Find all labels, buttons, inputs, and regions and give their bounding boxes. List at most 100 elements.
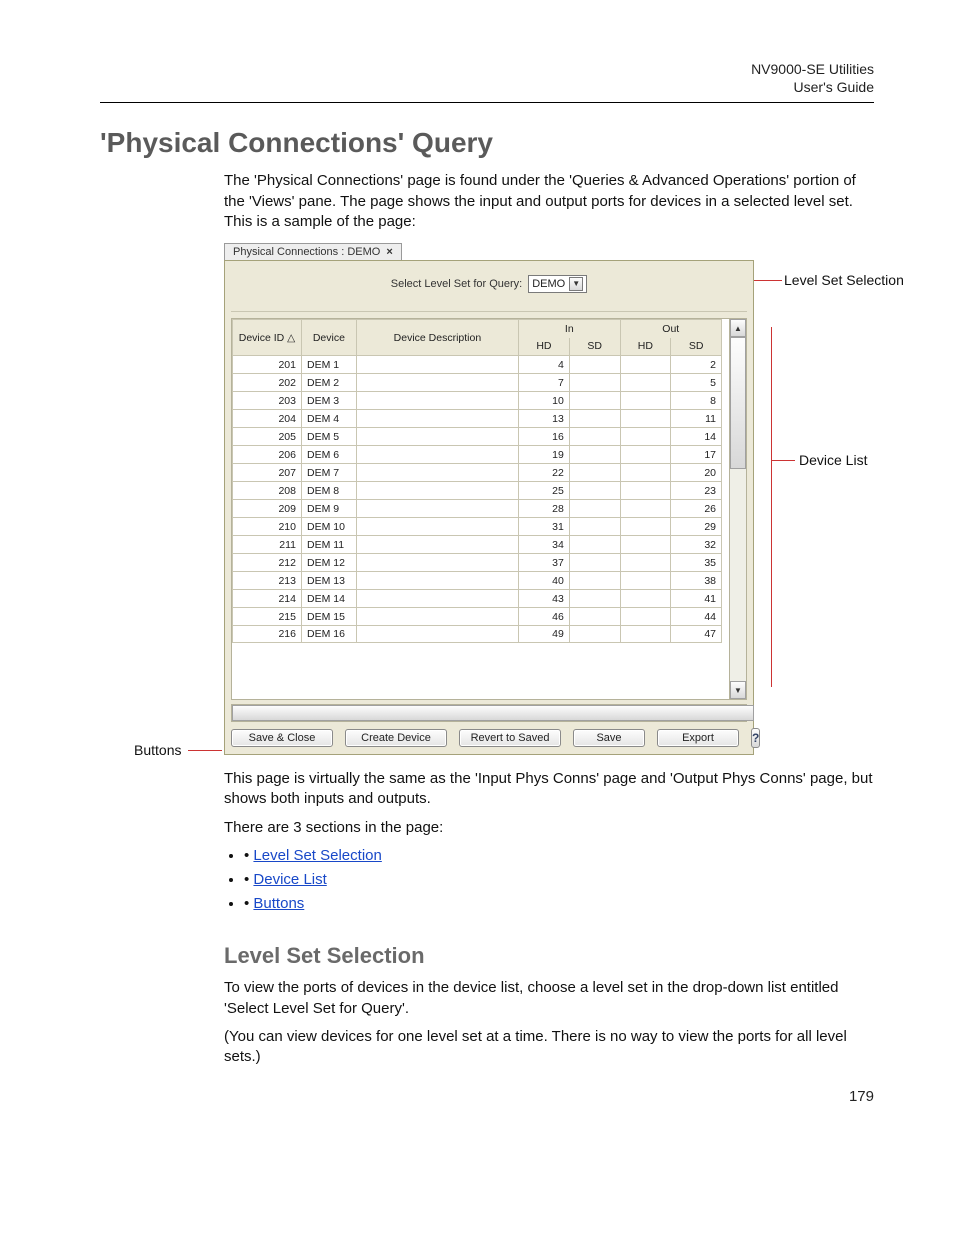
table-cell[interactable]: DEM 14 — [301, 590, 356, 608]
table-cell[interactable]: 209 — [233, 500, 302, 518]
table-cell[interactable] — [569, 374, 620, 392]
table-cell[interactable]: DEM 4 — [301, 410, 356, 428]
table-cell[interactable]: 208 — [233, 482, 302, 500]
table-cell[interactable]: 11 — [671, 410, 722, 428]
table-cell[interactable] — [620, 464, 671, 482]
col-device[interactable]: Device — [301, 320, 356, 356]
table-row[interactable]: 206DEM 61917 — [233, 446, 722, 464]
table-cell[interactable]: 44 — [671, 608, 722, 626]
table-cell[interactable]: DEM 5 — [301, 428, 356, 446]
table-cell[interactable]: 201 — [233, 356, 302, 374]
table-cell[interactable]: DEM 6 — [301, 446, 356, 464]
scroll-thumb[interactable] — [730, 337, 746, 469]
table-cell[interactable] — [569, 356, 620, 374]
table-cell[interactable]: 20 — [671, 464, 722, 482]
table-cell[interactable] — [356, 572, 518, 590]
table-cell[interactable]: DEM 7 — [301, 464, 356, 482]
table-cell[interactable]: 14 — [671, 428, 722, 446]
table-row[interactable]: 212DEM 123735 — [233, 554, 722, 572]
table-cell[interactable]: 13 — [519, 410, 570, 428]
export-button[interactable]: Export — [657, 729, 739, 747]
table-cell[interactable] — [356, 608, 518, 626]
table-cell[interactable]: 7 — [519, 374, 570, 392]
table-cell[interactable]: DEM 13 — [301, 572, 356, 590]
table-cell[interactable]: 203 — [233, 392, 302, 410]
table-cell[interactable] — [569, 500, 620, 518]
table-cell[interactable]: 41 — [671, 590, 722, 608]
table-cell[interactable] — [356, 410, 518, 428]
table-cell[interactable]: 37 — [519, 554, 570, 572]
table-cell[interactable] — [620, 446, 671, 464]
table-cell[interactable] — [356, 590, 518, 608]
table-cell[interactable] — [356, 536, 518, 554]
table-cell[interactable]: DEM 8 — [301, 482, 356, 500]
table-cell[interactable]: 202 — [233, 374, 302, 392]
table-cell[interactable] — [620, 356, 671, 374]
table-cell[interactable]: 43 — [519, 590, 570, 608]
table-cell[interactable]: 34 — [519, 536, 570, 554]
hscroll-thumb[interactable] — [232, 705, 754, 721]
table-cell[interactable] — [569, 410, 620, 428]
table-cell[interactable] — [620, 410, 671, 428]
table-cell[interactable] — [356, 392, 518, 410]
table-cell[interactable] — [569, 518, 620, 536]
table-cell[interactable]: 8 — [671, 392, 722, 410]
table-row[interactable]: 215DEM 154644 — [233, 608, 722, 626]
table-cell[interactable]: 29 — [671, 518, 722, 536]
col-out-group[interactable]: Out — [620, 320, 721, 338]
save-button[interactable]: Save — [573, 729, 645, 747]
table-cell[interactable]: 4 — [519, 356, 570, 374]
table-row[interactable]: 209DEM 92826 — [233, 500, 722, 518]
table-cell[interactable]: 207 — [233, 464, 302, 482]
table-cell[interactable] — [620, 590, 671, 608]
table-row[interactable]: 205DEM 51614 — [233, 428, 722, 446]
table-cell[interactable]: 206 — [233, 446, 302, 464]
col-out-hd[interactable]: HD — [620, 338, 671, 356]
table-cell[interactable] — [569, 464, 620, 482]
table-cell[interactable]: 31 — [519, 518, 570, 536]
vertical-scrollbar[interactable]: ▲ ▼ — [729, 319, 746, 699]
scroll-track[interactable] — [730, 337, 746, 681]
table-cell[interactable]: 205 — [233, 428, 302, 446]
table-cell[interactable]: 17 — [671, 446, 722, 464]
table-cell[interactable] — [620, 392, 671, 410]
table-cell[interactable]: 49 — [519, 626, 570, 643]
table-row[interactable]: 201DEM 142 — [233, 356, 722, 374]
table-cell[interactable]: 25 — [519, 482, 570, 500]
table-cell[interactable]: DEM 16 — [301, 626, 356, 643]
table-cell[interactable]: 214 — [233, 590, 302, 608]
help-icon[interactable]: ? — [751, 728, 760, 748]
link-device-list[interactable]: Device List — [253, 871, 326, 888]
table-cell[interactable]: 213 — [233, 572, 302, 590]
table-cell[interactable] — [620, 374, 671, 392]
table-cell[interactable] — [356, 554, 518, 572]
chevron-down-icon[interactable]: ▼ — [569, 277, 583, 291]
table-cell[interactable] — [569, 536, 620, 554]
table-cell[interactable] — [620, 626, 671, 643]
table-cell[interactable]: 215 — [233, 608, 302, 626]
table-cell[interactable]: 28 — [519, 500, 570, 518]
col-in-group[interactable]: In — [519, 320, 620, 338]
revert-to-saved-button[interactable]: Revert to Saved — [459, 729, 561, 747]
scroll-down-icon[interactable]: ▼ — [730, 681, 746, 699]
table-cell[interactable] — [620, 518, 671, 536]
level-set-select[interactable]: DEMO ▼ — [528, 275, 587, 293]
link-buttons[interactable]: Buttons — [253, 895, 304, 912]
table-cell[interactable] — [356, 464, 518, 482]
table-cell[interactable] — [569, 608, 620, 626]
table-cell[interactable]: DEM 1 — [301, 356, 356, 374]
table-cell[interactable] — [569, 392, 620, 410]
table-cell[interactable] — [620, 428, 671, 446]
table-row[interactable]: 207DEM 7 22 20 — [233, 464, 722, 482]
table-cell[interactable]: 47 — [671, 626, 722, 643]
table-cell[interactable] — [620, 554, 671, 572]
col-description[interactable]: Device Description — [356, 320, 518, 356]
table-cell[interactable]: 5 — [671, 374, 722, 392]
col-device-id[interactable]: Device ID △ — [233, 320, 302, 356]
create-device-button[interactable]: Create Device — [345, 729, 447, 747]
col-in-hd[interactable]: HD — [519, 338, 570, 356]
table-cell[interactable]: 22 — [519, 464, 570, 482]
link-level-set-selection[interactable]: Level Set Selection — [253, 847, 381, 864]
table-row[interactable]: 214DEM 14 43 41 — [233, 590, 722, 608]
table-cell[interactable]: 40 — [519, 572, 570, 590]
